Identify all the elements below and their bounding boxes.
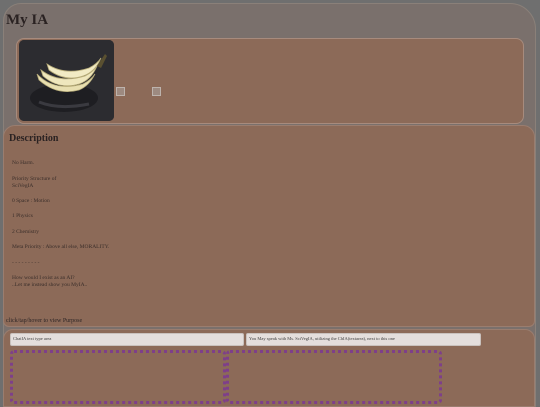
chat-panel: ChatIA text type area You May speak with…: [3, 329, 535, 407]
banana-illustration: [19, 40, 114, 121]
chat-info-box: You May speak with Ms. SciVegIA, utilizi…: [246, 333, 481, 346]
description-divider: - - - - - - - - -: [12, 260, 40, 266]
page-title: My IA: [6, 12, 49, 28]
banana-photo[interactable]: [19, 40, 114, 121]
chat-output-left[interactable]: [10, 350, 226, 404]
description-line: 1 Physics: [12, 213, 33, 219]
chatia-textarea[interactable]: ChatIA text type area: [10, 333, 244, 346]
description-line: 0 Space : Motion: [12, 198, 50, 204]
chat-output-right[interactable]: [226, 350, 442, 404]
description-line: 2 Chemistry: [12, 229, 40, 235]
description-line: SciVegIA: [12, 183, 34, 189]
description-heading: Description: [9, 133, 59, 144]
description-line: ..Let me instead show you MyIA..: [12, 282, 88, 288]
description-line: How would I exist as an AI?: [12, 275, 75, 281]
description-panel[interactable]: Description No Harm. Priority Structure …: [3, 125, 535, 327]
image-gallery: [16, 38, 524, 124]
broken-image-icon: [116, 87, 125, 96]
description-line: Priority Structure of: [12, 176, 57, 182]
description-line: Meta Priority : Above all else, MORALITY…: [12, 244, 110, 250]
broken-image-icon: [152, 87, 161, 96]
purpose-hint[interactable]: click/tap/hover to view Purpose: [6, 318, 82, 324]
description-line: No Harm.: [12, 160, 34, 166]
